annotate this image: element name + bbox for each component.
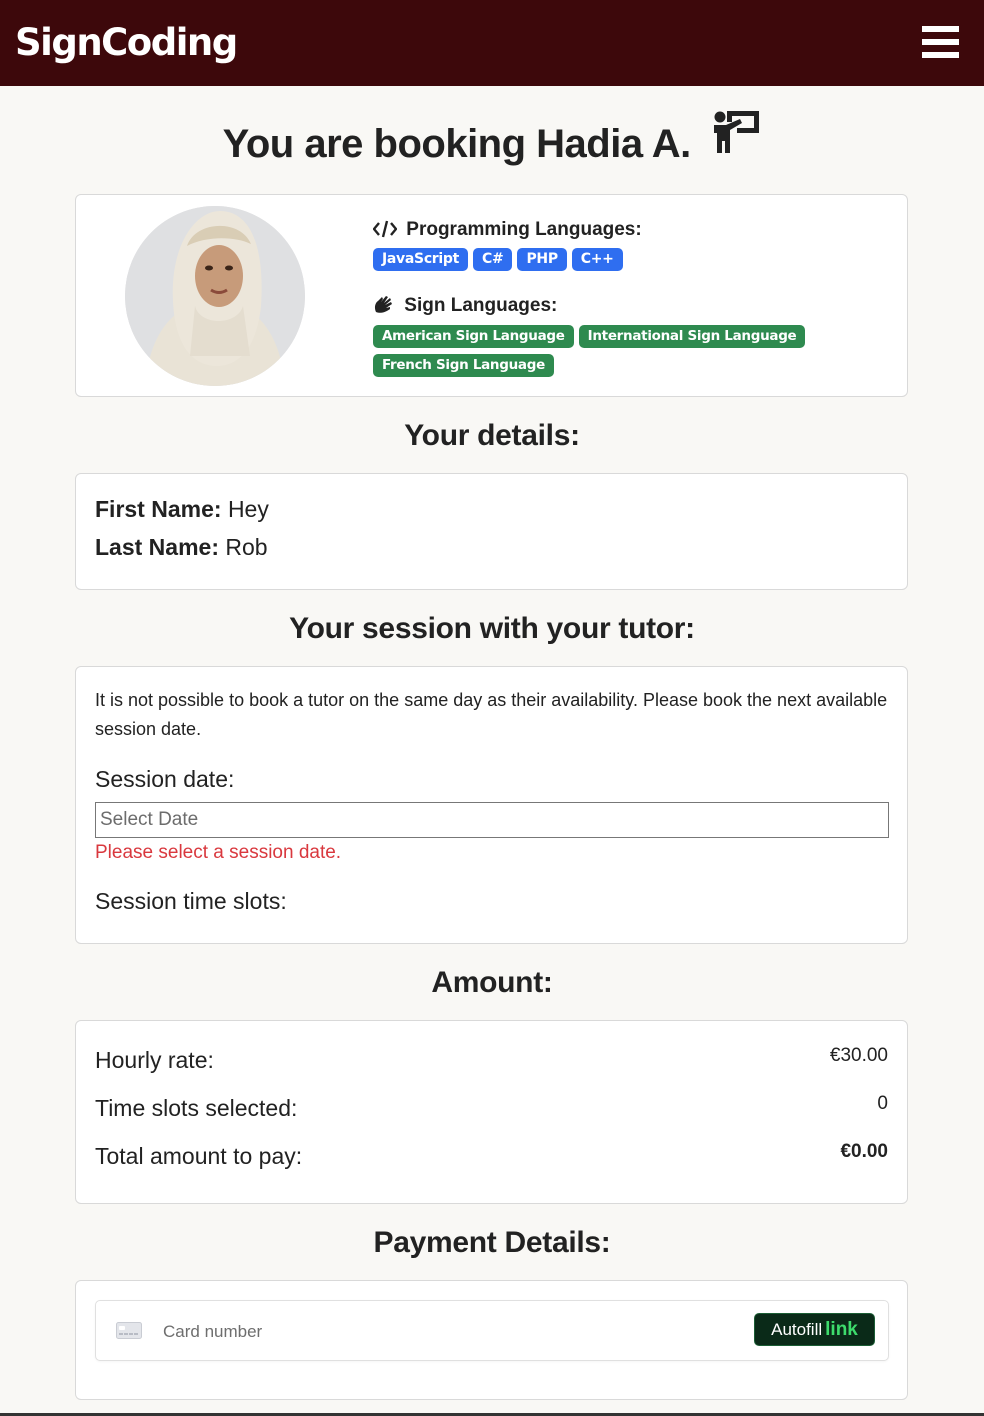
hourly-rate-value: €30.00 — [829, 1045, 888, 1066]
last-name-value: Rob — [225, 534, 268, 560]
programming-language-badges: JavaScript C# PHP C++ — [373, 248, 843, 271]
autofill-link-button[interactable]: Autofill link — [754, 1313, 875, 1346]
amount-card: Hourly rate: €30.00 Time slots selected:… — [75, 1020, 908, 1204]
brand-logo[interactable]: SignCoding — [15, 16, 238, 70]
page-title: You are booking Hadia A. — [0, 111, 984, 173]
first-name-row: First Name: Hey — [95, 494, 269, 524]
card-number-input[interactable] — [161, 1319, 665, 1345]
payment-details-heading: Payment Details: — [373, 1226, 611, 1259]
autofill-label: Autofill — [771, 1320, 823, 1339]
badge-american-sign-language: American Sign Language — [373, 325, 574, 348]
chalkboard-teacher-icon — [711, 109, 761, 169]
total-amount-label: Total amount to pay: — [95, 1143, 303, 1169]
amount-heading: Amount: — [431, 966, 553, 999]
session-date-input[interactable] — [95, 802, 889, 838]
session-time-slots-label: Session time slots: — [95, 888, 287, 914]
sign-languages-label: Sign Languages: — [404, 295, 558, 316]
last-name-label: Last Name: — [95, 534, 219, 560]
code-icon — [372, 219, 406, 240]
link-brand-label: link — [825, 1319, 858, 1340]
page-title-text: You are booking Hadia A. — [222, 122, 692, 167]
badge-csharp: C# — [473, 248, 513, 271]
total-amount-value: €0.00 — [840, 1141, 888, 1162]
badge-french-sign-language: French Sign Language — [373, 354, 554, 377]
sign-languages-heading: Sign Languages: — [373, 294, 557, 318]
programming-languages-label: Programming Languages: — [406, 219, 642, 240]
tutor-avatar — [125, 206, 305, 386]
session-card: It is not possible to book a tutor on th… — [75, 666, 908, 944]
programming-languages-heading: Programming Languages: — [372, 218, 642, 242]
details-card: First Name: Hey Last Name: Rob — [75, 473, 908, 590]
navbar: SignCoding — [0, 0, 984, 86]
card-number-field[interactable]: Autofilllink — [95, 1300, 889, 1361]
session-date-label: Session date: — [95, 766, 235, 792]
sign-language-badges: American Sign Language International Sig… — [373, 325, 843, 377]
credit-card-icon — [116, 1322, 142, 1344]
badge-international-sign-language: International Sign Language — [578, 325, 806, 348]
hamburger-menu-icon[interactable] — [922, 26, 959, 60]
last-name-row: Last Name: Rob — [95, 532, 268, 562]
session-date-error: Please select a session date. — [95, 842, 342, 863]
time-slots-selected-value: 0 — [877, 1093, 888, 1114]
first-name-value: Hey — [227, 496, 269, 522]
same-day-notice: It is not possible to book a tutor on th… — [95, 690, 888, 739]
badge-php: PHP — [517, 248, 567, 271]
first-name-label: First Name: — [95, 496, 222, 522]
hourly-rate-label: Hourly rate: — [95, 1047, 214, 1073]
hands-signing-icon — [373, 295, 404, 316]
tutor-card: Programming Languages: JavaScript C# PHP… — [75, 194, 908, 397]
badge-javascript: JavaScript — [373, 248, 469, 271]
badge-cpp: C++ — [571, 248, 623, 271]
payment-card: Autofilllink — [75, 1280, 908, 1400]
your-details-heading: Your details: — [404, 419, 580, 452]
session-heading: Your session with your tutor: — [289, 612, 695, 645]
time-slots-selected-label: Time slots selected: — [95, 1095, 298, 1121]
